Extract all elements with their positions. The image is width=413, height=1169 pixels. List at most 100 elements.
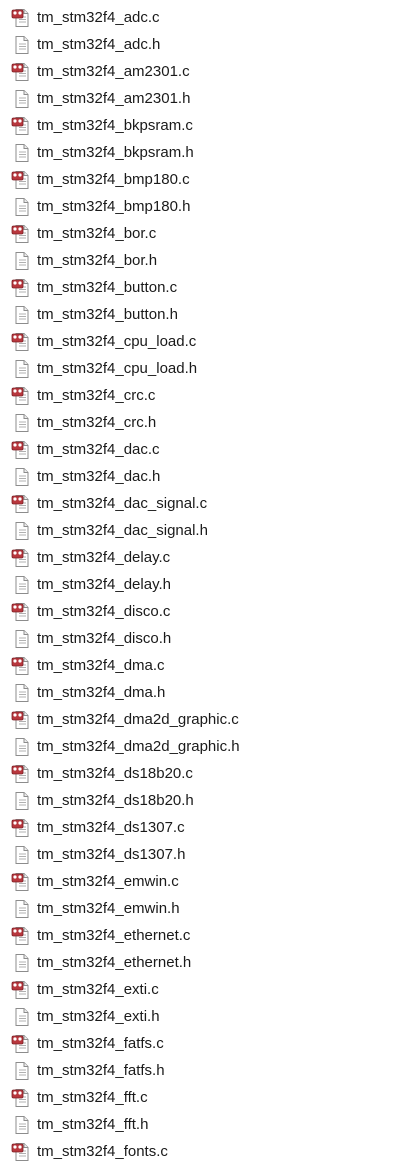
file-name: tm_stm32f4_bmp180.h	[37, 198, 191, 215]
header-file-icon	[11, 251, 31, 271]
file-list-item[interactable]: tm_stm32f4_crc.c	[0, 382, 413, 409]
file-list-item[interactable]: tm_stm32f4_ds18b20.c	[0, 760, 413, 787]
file-list-item[interactable]: tm_stm32f4_fatfs.c	[0, 1030, 413, 1057]
file-name: tm_stm32f4_fonts.c	[37, 1143, 168, 1160]
file-list-item[interactable]: tm_stm32f4_ds1307.c	[0, 814, 413, 841]
file-list-item[interactable]: tm_stm32f4_bmp180.h	[0, 193, 413, 220]
file-list-item[interactable]: tm_stm32f4_ds1307.h	[0, 841, 413, 868]
c-source-file-icon	[11, 710, 31, 730]
file-name: tm_stm32f4_bor.h	[37, 252, 158, 269]
file-list-item[interactable]: tm_stm32f4_cpu_load.c	[0, 328, 413, 355]
file-name: tm_stm32f4_dma2d_graphic.h	[37, 738, 240, 755]
file-name: tm_stm32f4_bkpsram.h	[37, 144, 194, 161]
file-list-item[interactable]: tm_stm32f4_ds18b20.h	[0, 787, 413, 814]
file-list-item[interactable]: tm_stm32f4_bor.c	[0, 220, 413, 247]
file-name: tm_stm32f4_ethernet.c	[37, 927, 191, 944]
file-name: tm_stm32f4_ds18b20.c	[37, 765, 193, 782]
file-list-item[interactable]: tm_stm32f4_ethernet.c	[0, 922, 413, 949]
file-list-item[interactable]: tm_stm32f4_delay.h	[0, 571, 413, 598]
file-list-item[interactable]: tm_stm32f4_dac.h	[0, 463, 413, 490]
file-list-item[interactable]: tm_stm32f4_emwin.c	[0, 868, 413, 895]
file-name: tm_stm32f4_dac.c	[37, 441, 160, 458]
file-name: tm_stm32f4_fatfs.c	[37, 1035, 164, 1052]
file-name: tm_stm32f4_adc.c	[37, 9, 160, 26]
c-source-file-icon	[11, 1034, 31, 1054]
file-name: tm_stm32f4_fft.c	[37, 1089, 148, 1106]
file-list-item[interactable]: tm_stm32f4_dma2d_graphic.h	[0, 733, 413, 760]
file-list-item[interactable]: tm_stm32f4_dma.c	[0, 652, 413, 679]
header-file-icon	[11, 575, 31, 595]
c-source-file-icon	[11, 872, 31, 892]
file-list-item[interactable]: tm_stm32f4_fft.h	[0, 1111, 413, 1138]
file-list-item[interactable]: tm_stm32f4_dac.c	[0, 436, 413, 463]
file-name: tm_stm32f4_delay.h	[37, 576, 171, 593]
file-list-item[interactable]: tm_stm32f4_dma2d_graphic.c	[0, 706, 413, 733]
header-file-icon	[11, 1115, 31, 1135]
c-source-file-icon	[11, 8, 31, 28]
file-name: tm_stm32f4_exti.h	[37, 1008, 160, 1025]
file-list-item[interactable]: tm_stm32f4_button.c	[0, 274, 413, 301]
header-file-icon	[11, 197, 31, 217]
c-source-file-icon	[11, 764, 31, 784]
file-list-item[interactable]: tm_stm32f4_button.h	[0, 301, 413, 328]
file-list-item[interactable]: tm_stm32f4_crc.h	[0, 409, 413, 436]
c-source-file-icon	[11, 332, 31, 352]
file-name: tm_stm32f4_button.h	[37, 306, 178, 323]
file-name: tm_stm32f4_cpu_load.h	[37, 360, 198, 377]
file-list-item[interactable]: tm_stm32f4_am2301.h	[0, 85, 413, 112]
header-file-icon	[11, 791, 31, 811]
file-list-item[interactable]: tm_stm32f4_exti.h	[0, 1003, 413, 1030]
c-source-file-icon	[11, 818, 31, 838]
file-list-item[interactable]: tm_stm32f4_adc.c	[0, 4, 413, 31]
file-name: tm_stm32f4_dma.c	[37, 657, 165, 674]
c-source-file-icon	[11, 548, 31, 568]
header-file-icon	[11, 1007, 31, 1027]
file-list: tm_stm32f4_adc.c tm_stm32f4_adc.h tm_stm32…	[0, 0, 413, 1169]
header-file-icon	[11, 845, 31, 865]
file-name: tm_stm32f4_dma.h	[37, 684, 166, 701]
file-list-item[interactable]: tm_stm32f4_dac_signal.c	[0, 490, 413, 517]
header-file-icon	[11, 737, 31, 757]
c-source-file-icon	[11, 980, 31, 1000]
file-list-item[interactable]: tm_stm32f4_dma.h	[0, 679, 413, 706]
file-list-item[interactable]: tm_stm32f4_bkpsram.h	[0, 139, 413, 166]
file-name: tm_stm32f4_dac_signal.c	[37, 495, 208, 512]
file-name: tm_stm32f4_fatfs.h	[37, 1062, 165, 1079]
file-name: tm_stm32f4_dac_signal.h	[37, 522, 208, 539]
c-source-file-icon	[11, 926, 31, 946]
c-source-file-icon	[11, 602, 31, 622]
file-name: tm_stm32f4_exti.c	[37, 981, 159, 998]
header-file-icon	[11, 305, 31, 325]
file-list-item[interactable]: tm_stm32f4_bmp180.c	[0, 166, 413, 193]
file-name: tm_stm32f4_cpu_load.c	[37, 333, 197, 350]
header-file-icon	[11, 143, 31, 163]
file-name: tm_stm32f4_disco.c	[37, 603, 171, 620]
file-list-item[interactable]: tm_stm32f4_dac_signal.h	[0, 517, 413, 544]
file-list-item[interactable]: tm_stm32f4_fft.c	[0, 1084, 413, 1111]
file-name: tm_stm32f4_crc.c	[37, 387, 156, 404]
file-name: tm_stm32f4_ethernet.h	[37, 954, 192, 971]
file-name: tm_stm32f4_delay.c	[37, 549, 171, 566]
file-list-item[interactable]: tm_stm32f4_disco.c	[0, 598, 413, 625]
file-list-item[interactable]: tm_stm32f4_disco.h	[0, 625, 413, 652]
file-name: tm_stm32f4_fft.h	[37, 1116, 149, 1133]
file-list-item[interactable]: tm_stm32f4_bor.h	[0, 247, 413, 274]
file-list-item[interactable]: tm_stm32f4_delay.c	[0, 544, 413, 571]
header-file-icon	[11, 359, 31, 379]
file-list-item[interactable]: tm_stm32f4_emwin.h	[0, 895, 413, 922]
file-list-item[interactable]: tm_stm32f4_ethernet.h	[0, 949, 413, 976]
file-list-item[interactable]: tm_stm32f4_exti.c	[0, 976, 413, 1003]
file-name: tm_stm32f4_bor.c	[37, 225, 157, 242]
file-list-item[interactable]: tm_stm32f4_am2301.c	[0, 58, 413, 85]
file-name: tm_stm32f4_dac.h	[37, 468, 161, 485]
file-list-item[interactable]: tm_stm32f4_cpu_load.h	[0, 355, 413, 382]
file-list-item[interactable]: tm_stm32f4_bkpsram.c	[0, 112, 413, 139]
file-list-item[interactable]: tm_stm32f4_fatfs.h	[0, 1057, 413, 1084]
c-source-file-icon	[11, 386, 31, 406]
file-list-item[interactable]: tm_stm32f4_adc.h	[0, 31, 413, 58]
file-name: tm_stm32f4_disco.h	[37, 630, 172, 647]
c-source-file-icon	[11, 656, 31, 676]
c-source-file-icon	[11, 1142, 31, 1162]
file-name: tm_stm32f4_dma2d_graphic.c	[37, 711, 239, 728]
file-list-item[interactable]: tm_stm32f4_fonts.c	[0, 1138, 413, 1165]
